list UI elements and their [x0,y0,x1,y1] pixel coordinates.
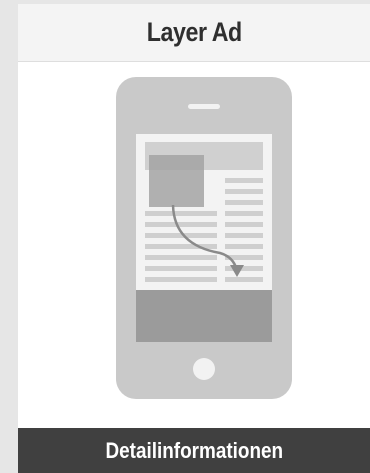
detail-info-label: Detailinformationen [105,437,283,463]
card-header: Layer Ad [18,4,370,62]
card-title: Layer Ad [146,17,242,47]
phone-speaker-shape [188,104,220,109]
home-button-shape [193,358,215,380]
detail-info-button[interactable]: Detailinformationen [18,428,370,473]
layer-overlay-shape [149,155,204,207]
smartphone-layer-ad-icon [116,77,292,399]
ad-format-card: Layer Ad Detailinformationen [18,4,370,473]
bottom-ad-shape [136,290,272,342]
